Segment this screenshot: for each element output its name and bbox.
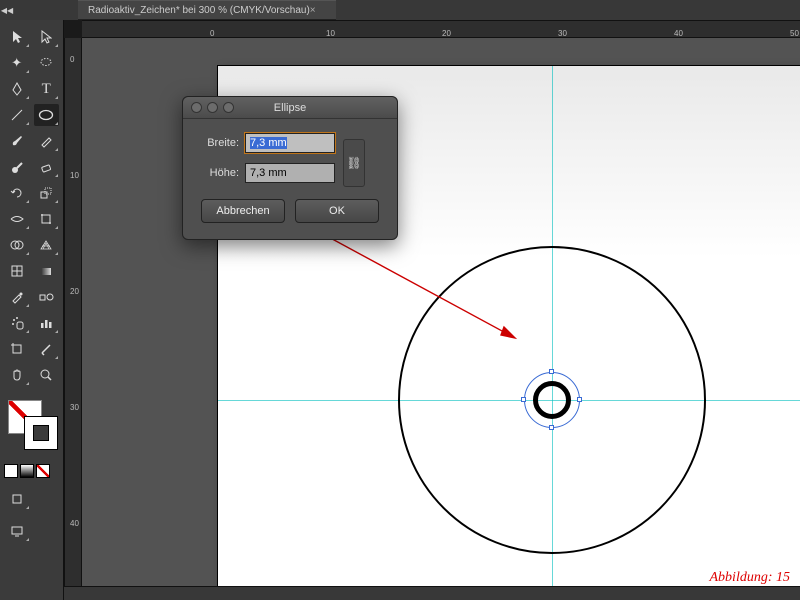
rotate-tool[interactable] — [4, 182, 30, 204]
hand-tool[interactable] — [4, 364, 30, 386]
line-segment-tool[interactable] — [4, 104, 30, 126]
window-zoom-icon[interactable] — [223, 102, 234, 113]
ruler-tick: 0 — [210, 29, 214, 38]
ruler-tick: 40 — [674, 29, 683, 38]
ruler-horizontal[interactable]: 0102030405060 — [82, 20, 800, 38]
symbol-sprayer-tool[interactable] — [4, 312, 30, 334]
lasso-tool[interactable] — [34, 52, 60, 74]
selection-tool[interactable] — [4, 26, 30, 48]
pencil-tool[interactable] — [34, 130, 60, 152]
pen-tool[interactable] — [4, 78, 30, 100]
none-swatch[interactable] — [36, 464, 50, 478]
mesh-tool[interactable] — [4, 260, 30, 282]
ok-button[interactable]: OK — [295, 199, 379, 223]
type-tool[interactable]: T — [34, 78, 60, 100]
shape-builder-tool[interactable] — [4, 234, 30, 256]
blob-brush-tool[interactable] — [4, 156, 30, 178]
blend-tool[interactable] — [34, 286, 60, 308]
ruler-tick: 50 — [790, 29, 799, 38]
zoom-tool[interactable] — [34, 364, 60, 386]
document-tab-title: Radioaktiv_Zeichen* bei 300 % (CMYK/Vors… — [88, 5, 310, 16]
ruler-tick: 0 — [70, 55, 74, 64]
ruler-tick: 20 — [442, 29, 451, 38]
width-input[interactable] — [245, 133, 335, 153]
constrain-proportions-icon[interactable]: ⛓ — [343, 139, 365, 187]
ellipse-dialog: Ellipse Breite: Höhe: ⛓ Abbrechen OK — [182, 96, 398, 240]
ruler-tick: 40 — [70, 519, 79, 528]
figure-caption: Abbildung: 15 — [710, 570, 791, 586]
height-input[interactable] — [245, 163, 335, 183]
tools-panel: ✦ T — [0, 20, 64, 600]
artboard-tool[interactable] — [4, 338, 30, 360]
selected-ellipse[interactable] — [524, 372, 580, 428]
eyedropper-tool[interactable] — [4, 286, 30, 308]
eraser-tool[interactable] — [34, 156, 60, 178]
draw-mode[interactable] — [4, 488, 30, 510]
direct-selection-tool[interactable] — [34, 26, 60, 48]
screen-mode[interactable] — [4, 520, 30, 542]
scale-tool[interactable] — [34, 182, 60, 204]
gradient-tool[interactable] — [34, 260, 60, 282]
magic-wand-tool[interactable]: ✦ — [4, 52, 30, 74]
ellipse-tool[interactable] — [34, 104, 60, 126]
color-mode-row — [4, 464, 59, 478]
ruler-tick: 10 — [70, 171, 79, 180]
gradient-swatch[interactable] — [20, 464, 34, 478]
column-graph-tool[interactable] — [34, 312, 60, 334]
anchor-right[interactable] — [577, 397, 582, 402]
window-min-icon[interactable] — [207, 102, 218, 113]
width-tool[interactable] — [4, 208, 30, 230]
ruler-tick: 30 — [558, 29, 567, 38]
stroke-swatch[interactable] — [24, 416, 58, 450]
free-transform-tool[interactable] — [34, 208, 60, 230]
slice-tool[interactable] — [34, 338, 60, 360]
paintbrush-tool[interactable] — [4, 130, 30, 152]
ruler-vertical[interactable]: 0 10 20 30 40 — [64, 38, 82, 586]
collapse-panels-icon[interactable]: ◀◀ — [0, 6, 14, 15]
app-topbar: ◀◀ Radioaktiv_Zeichen* bei 300 % (CMYK/V… — [0, 0, 800, 20]
ruler-tick: 10 — [326, 29, 335, 38]
width-label: Breite: — [195, 137, 239, 149]
anchor-left[interactable] — [521, 397, 526, 402]
fill-stroke-swatch[interactable] — [4, 400, 59, 460]
cancel-button[interactable]: Abbrechen — [201, 199, 285, 223]
dialog-title: Ellipse — [274, 102, 306, 114]
status-bar — [64, 586, 800, 600]
dialog-titlebar[interactable]: Ellipse — [183, 97, 397, 119]
height-label: Höhe: — [195, 167, 239, 179]
window-controls — [191, 102, 234, 113]
close-tab-icon[interactable]: × — [310, 5, 316, 16]
document-tab[interactable]: Radioaktiv_Zeichen* bei 300 % (CMYK/Vors… — [78, 0, 336, 20]
ruler-tick: 20 — [70, 287, 79, 296]
anchor-bottom[interactable] — [549, 425, 554, 430]
window-close-icon[interactable] — [191, 102, 202, 113]
ruler-tick: 30 — [70, 403, 79, 412]
perspective-grid-tool[interactable] — [34, 234, 60, 256]
color-swatch[interactable] — [4, 464, 18, 478]
